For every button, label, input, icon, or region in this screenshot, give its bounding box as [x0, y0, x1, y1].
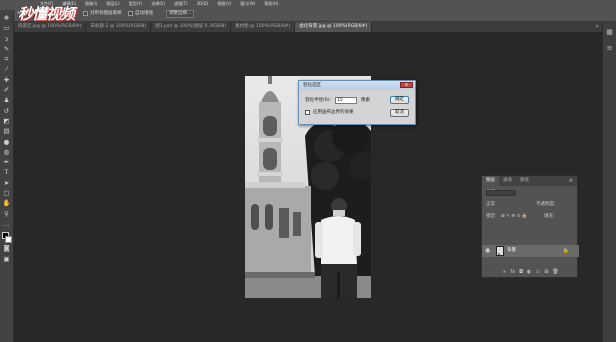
cancel-button[interactable]: 取消 [390, 109, 409, 117]
color-swatches[interactable] [1, 232, 12, 244]
feather-radius-label: 羽化半径(R): [305, 98, 332, 103]
tab-document-active[interactable]: 虚化背景.jpg @ 100%(RGB/8#) [295, 22, 373, 32]
layers-panel-footer: ∞ fx ◘ ◐ ▭ ⊞ 🗑 [482, 267, 579, 277]
layer-row-background[interactable]: ◉ 背景 🔒 [482, 245, 579, 257]
pen-tool-icon[interactable]: ✒ [2, 158, 11, 167]
brush-tool-icon[interactable]: ✐ [2, 86, 11, 95]
stamp-tool-icon[interactable]: ♟ [2, 96, 11, 105]
new-layer-icon[interactable]: ⊞ [544, 269, 548, 275]
layer-thumbnail [496, 246, 504, 256]
delete-layer-icon[interactable]: 🗑 [552, 269, 558, 275]
tab-document-4[interactable]: 素材图 @ 100%(RGB/8#) [231, 22, 296, 32]
filter-kind-select[interactable] [486, 190, 516, 196]
options-bar: ✎ ✎ ✎ ✎ ● 对所有图层取样 自动增强 调整边缘... [0, 7, 616, 22]
menu-view[interactable]: 视图(V) [217, 0, 231, 7]
blend-row: 正常 不透明度: [482, 200, 579, 210]
crop-tool-icon[interactable]: ⌗ [2, 55, 11, 64]
marquee-tool-icon[interactable]: ▭ [2, 24, 11, 33]
new-group-icon[interactable]: ▭ [535, 269, 540, 275]
ok-button[interactable]: 确定 [390, 96, 409, 104]
layer-name: 背景 [507, 248, 516, 253]
feather-selection-dialog: 羽化选区 x 羽化半径(R): 15 像素 应用画布边界的效果 确定 取消 [298, 80, 416, 125]
tools-panel: ✥ ▭ ↄ ✎ ⌗ ⁄ ✚ ✐ ♟ ↺ ◩ ▤ ● ◍ ✒ T ➤ ▢ ✋ ⚲ … [0, 10, 14, 342]
tab-document-3[interactable]: 图1.psd @ 100%(图层 0, RGB/8) [151, 22, 232, 32]
adjustment-layer-icon[interactable]: ◐ [527, 269, 531, 275]
properties-panel-icon[interactable]: ≡ [605, 44, 615, 54]
menu-type[interactable]: 类型(Y) [129, 0, 143, 7]
background-color-swatch[interactable] [4, 236, 12, 244]
blend-mode-select[interactable]: 正常 [486, 202, 495, 207]
photoshop-window: 文件(F) 编辑(E) 图像(I) 图层(L) 类型(Y) 选择(S) 滤镜(T… [0, 0, 616, 342]
document-tab-bar: 风景区.jpg @ 100%(RGB/8#) 未标题-2 @ 100%(RGB/… [14, 22, 602, 32]
blur-tool-icon[interactable]: ● [2, 138, 11, 147]
apply-canvas-edge-label: 应用画布边界的效果 [313, 110, 354, 115]
visibility-eye-icon[interactable]: ◉ [485, 247, 490, 255]
collapsed-panels-strip: ▦ ≡ [602, 22, 616, 342]
auto-enhance-checkbox[interactable] [128, 11, 133, 16]
more-tools-icon[interactable]: … [2, 220, 11, 229]
dodge-tool-icon[interactable]: ◍ [2, 148, 11, 157]
opacity-label: 不透明度: [536, 202, 556, 207]
layer-thumbnail-image [497, 252, 503, 255]
history-brush-tool-icon[interactable]: ↺ [2, 107, 11, 116]
layer-style-icon[interactable]: fx [510, 269, 515, 275]
menu-help[interactable]: 帮助(H) [264, 0, 278, 7]
quick-mask-icon[interactable]: ◙ [2, 244, 11, 253]
layer-lock-icon: 🔒 [562, 248, 569, 254]
add-mask-icon[interactable]: ◘ [519, 269, 523, 275]
zoom-tool-icon[interactable]: ⚲ [2, 210, 11, 219]
gradient-tool-icon[interactable]: ▤ [2, 127, 11, 136]
eraser-tool-icon[interactable]: ◩ [2, 117, 11, 126]
lock-icons[interactable]: ⊠ ✎ ✥ ⊡ 🔒 [501, 214, 527, 219]
panel-menu-icon[interactable]: ≡ [565, 176, 577, 186]
path-select-tool-icon[interactable]: ➤ [2, 179, 11, 188]
tab-paths[interactable]: 路径 [516, 176, 533, 186]
tab-overflow-icon[interactable]: » [595, 22, 602, 32]
dialog-close-button[interactable]: x [400, 82, 413, 88]
tab-layers[interactable]: 图层 [482, 176, 499, 186]
feather-unit-label: 像素 [361, 98, 370, 103]
layers-panel: 图层 通道 路径 ≡ 类型 正常 不透明度: 锁定: ⊠ ✎ ✥ ⊡ 🔒 填充:… [481, 175, 579, 278]
dialog-title: 羽化选区 [299, 81, 415, 90]
site-logo-watermark: 秒懂视频 [18, 5, 75, 23]
hand-tool-icon[interactable]: ✋ [2, 199, 11, 208]
menu-window[interactable]: 窗口(W) [240, 0, 255, 7]
sample-all-layers-label: 对所有图层取样 [90, 11, 122, 16]
menu-select[interactable]: 选择(S) [151, 0, 165, 7]
tab-document-1[interactable]: 风景区.jpg @ 100%(RGB/8#) [14, 22, 87, 32]
shape-tool-icon[interactable]: ▢ [2, 189, 11, 198]
quick-select-tool-icon[interactable]: ✎ [2, 45, 11, 54]
lasso-tool-icon[interactable]: ↄ [2, 35, 11, 44]
move-tool-icon[interactable]: ✥ [2, 14, 11, 23]
history-panel-icon[interactable]: ▦ [605, 28, 615, 38]
apply-canvas-edge-checkbox[interactable] [305, 110, 310, 115]
screen-mode-icon[interactable]: ▣ [2, 255, 11, 264]
refine-edge-button[interactable]: 调整边缘... [166, 10, 195, 18]
lock-row: 锁定: ⊠ ✎ ✥ ⊡ 🔒 填充: [482, 212, 579, 222]
lock-label: 锁定: [486, 214, 497, 219]
link-layers-icon[interactable]: ∞ [502, 269, 506, 275]
menu-image[interactable]: 图像(I) [85, 0, 97, 7]
sample-all-layers-checkbox[interactable] [83, 11, 88, 16]
tab-channels[interactable]: 通道 [499, 176, 516, 186]
menu-bar: 文件(F) 编辑(E) 图像(I) 图层(L) 类型(Y) 选择(S) 滤镜(T… [0, 0, 616, 7]
feather-radius-input[interactable]: 15 [335, 97, 357, 104]
type-tool-icon[interactable]: T [2, 168, 11, 177]
tab-document-2[interactable]: 未标题-2 @ 100%(RGB/8) [86, 22, 152, 32]
fill-label: 填充: [544, 214, 555, 219]
layers-panel-tabs: 图层 通道 路径 ≡ [482, 176, 577, 186]
menu-3d[interactable]: 3D(D) [197, 0, 209, 7]
auto-enhance-label: 自动增强 [135, 11, 153, 16]
menu-layer[interactable]: 图层(L) [106, 0, 119, 7]
menu-filter[interactable]: 滤镜(T) [174, 0, 188, 7]
healing-tool-icon[interactable]: ✚ [2, 76, 11, 85]
eyedropper-tool-icon[interactable]: ⁄ [2, 65, 11, 74]
